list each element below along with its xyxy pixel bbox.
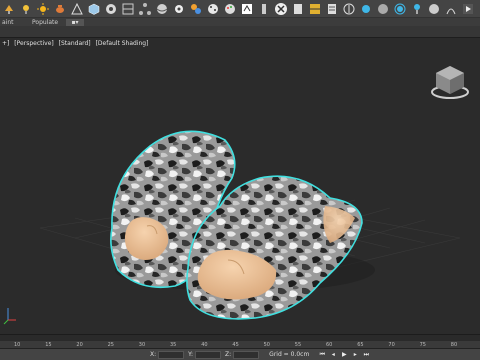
blob2-icon[interactable] <box>359 2 373 16</box>
teapot-icon[interactable] <box>53 2 67 16</box>
axis-gizmo <box>3 308 16 325</box>
sphere-icon[interactable] <box>155 2 169 16</box>
y-coordinate-field[interactable] <box>195 350 222 359</box>
paint-tab[interactable]: aint <box>2 19 32 26</box>
cog-icon[interactable] <box>325 2 339 16</box>
light2-icon[interactable] <box>393 2 407 16</box>
next-frame-icon[interactable]: ▸ <box>350 350 360 359</box>
scene-canvas[interactable] <box>0 38 480 334</box>
material-icon[interactable] <box>121 2 135 16</box>
brush-icon[interactable] <box>257 2 271 16</box>
render2-icon[interactable] <box>376 2 390 16</box>
x-coordinate-field[interactable] <box>158 350 185 359</box>
app-window: aint Populate ▪▾ +] [Perspective] [Stand… <box>0 0 480 360</box>
hair-icon[interactable] <box>444 2 458 16</box>
circle-icon[interactable] <box>342 2 356 16</box>
ribbon-tabs: aint Populate ▪▾ <box>0 18 480 26</box>
ruler-track[interactable] <box>0 335 480 341</box>
blob-icon[interactable] <box>189 2 203 16</box>
main-toolbar <box>0 0 480 18</box>
shape-icon[interactable] <box>70 2 84 16</box>
palette-icon[interactable] <box>223 2 237 16</box>
go-to-start-icon[interactable]: ⏮ <box>317 350 327 359</box>
grid-readout: Grid = 0.0cm <box>269 351 310 358</box>
grid-icon[interactable] <box>308 2 322 16</box>
render-logo-icon[interactable] <box>274 2 288 16</box>
z-coordinate[interactable]: Z: <box>225 350 260 359</box>
z-coordinate-field[interactable] <box>233 350 260 359</box>
status-bar: X: Y: Z: Grid = 0.0cm ⏮ ◂ ▶ ▸ ⏭ <box>0 348 480 360</box>
view-cube <box>431 66 469 99</box>
ribbon-panel <box>0 26 480 38</box>
light-icon[interactable] <box>19 2 33 16</box>
cube-icon[interactable] <box>87 2 101 16</box>
doc-icon[interactable] <box>291 2 305 16</box>
y-coordinate[interactable]: Y: <box>188 350 222 359</box>
render-icon[interactable] <box>104 2 118 16</box>
go-to-end-icon[interactable]: ⏭ <box>361 350 371 359</box>
play-button-icon[interactable]: ▶ <box>339 350 349 359</box>
network-icon[interactable] <box>138 2 152 16</box>
timeline-ruler[interactable]: 10 15 20 25 30 35 40 45 50 55 60 65 70 75 80 <box>0 334 480 348</box>
bulb-icon[interactable] <box>410 2 424 16</box>
play-icon[interactable] <box>461 2 475 16</box>
render3-icon[interactable] <box>427 2 441 16</box>
perspective-viewport[interactable]: +] [Perspective] [Standard] [Default Sha… <box>0 38 480 334</box>
prev-frame-icon[interactable]: ◂ <box>328 350 338 359</box>
gear-icon[interactable] <box>172 2 186 16</box>
lamp-icon[interactable] <box>2 2 16 16</box>
folder-icon[interactable] <box>240 2 254 16</box>
sphere-small-icon[interactable] <box>206 2 220 16</box>
sun-icon[interactable] <box>36 2 50 16</box>
x-coordinate[interactable]: X: <box>150 350 185 359</box>
populate-tab[interactable]: Populate <box>32 19 62 26</box>
cube-dropdown-icon[interactable]: ▪▾ <box>66 18 84 26</box>
